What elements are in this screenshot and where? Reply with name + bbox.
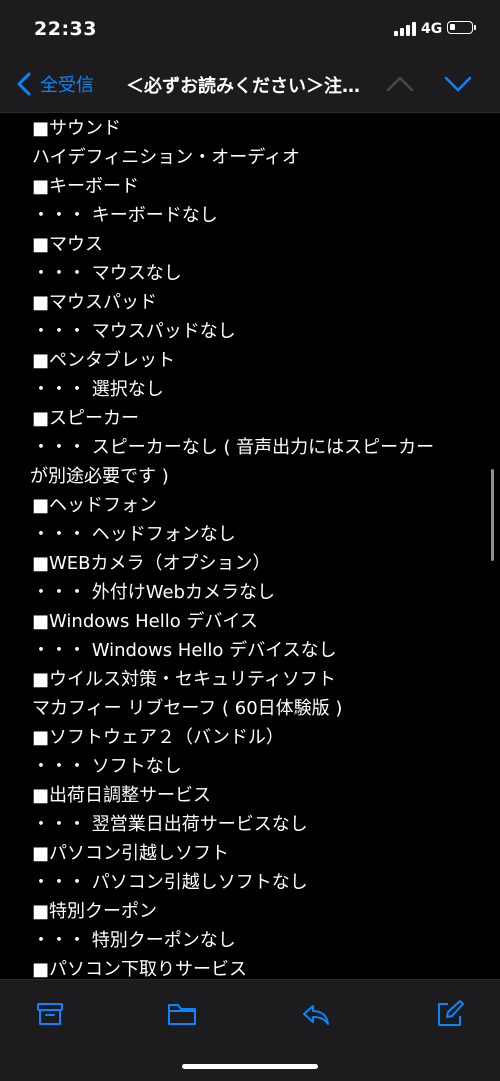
message-line: ■Windows Hello デバイス <box>32 611 258 632</box>
message-line: ■マウスパッド <box>32 292 158 313</box>
back-label: 全受信 <box>40 75 94 96</box>
status-bar: 22:33 4G <box>0 0 500 56</box>
cellular-signal-icon <box>394 22 416 36</box>
compose-icon[interactable] <box>434 998 466 1030</box>
chevron-up-icon[interactable] <box>384 72 416 96</box>
message-line: ■ウイルス対策・セキュリティソフト <box>32 669 336 690</box>
message-line: ・・・ 選択なし <box>32 379 164 400</box>
network-type: 4G <box>421 21 443 37</box>
message-line: ・・・ パソコン引越しソフトなし <box>32 872 308 893</box>
message-line: ■ヘッドフォン <box>32 495 158 516</box>
message-line: マカフィー リブセーフ ( 60日体験版 ) <box>32 698 343 719</box>
message-line: ■パソコン下取りサービス <box>32 959 248 979</box>
message-line: ・・・ 外付けWebカメラなし <box>32 582 275 603</box>
scrollbar-thumb[interactable] <box>491 469 494 561</box>
message-line: ・・・ ヘッドフォンなし <box>32 524 236 545</box>
battery-icon <box>447 21 476 34</box>
folder-icon[interactable] <box>166 998 198 1030</box>
message-line: ・・・ 特別クーポンなし <box>32 930 236 951</box>
message-line: ・・・ マウスパッドなし <box>32 321 236 342</box>
message-subject: ＜必ずお読みください＞注… <box>126 76 360 97</box>
message-line: ・・・ キーボードなし <box>32 205 218 226</box>
message-line: ■サウンド <box>32 118 122 139</box>
message-body[interactable]: ■サウンド ハイデフィニション・オーディオ ■キーボード ・・・ キーボードなし… <box>0 113 500 979</box>
message-line: ■ペンタブレット <box>32 350 176 371</box>
message-line: ■スピーカー <box>32 408 140 429</box>
navigation-bar: 全受信 ＜必ずお読みください＞注… <box>0 56 500 113</box>
reply-icon[interactable] <box>300 998 332 1030</box>
message-line: ・・・ マウスなし <box>32 263 182 284</box>
message-line: が別途必要です ) <box>30 466 169 487</box>
message-line: ■特別クーポン <box>32 901 158 922</box>
message-line: ■パソコン引越しソフト <box>32 843 230 864</box>
back-button[interactable]: 全受信 <box>14 70 94 98</box>
message-line: ■ソフトウェア２（バンドル） <box>32 727 284 748</box>
message-line: ■キーボード <box>32 176 140 197</box>
message-line: ・・・ 翌営業日出荷サービスなし <box>32 814 308 835</box>
message-line: ■出荷日調整サービス <box>32 785 212 806</box>
message-line: ・・・ ソフトなし <box>32 756 182 777</box>
message-line: ■マウス <box>32 234 104 255</box>
chevron-down-icon[interactable] <box>442 72 474 96</box>
status-time: 22:33 <box>34 18 97 40</box>
message-line: ・・・ Windows Hello デバイスなし <box>32 640 337 661</box>
home-indicator[interactable] <box>182 1064 318 1069</box>
chevron-left-icon <box>17 72 31 96</box>
archive-box-icon[interactable] <box>34 998 66 1030</box>
message-line: ■WEBカメラ（オプション） <box>32 553 271 574</box>
message-line: ・・・ スピーカーなし ( 音声出力にはスピーカー <box>32 437 435 458</box>
message-line: ハイデフィニション・オーディオ <box>32 147 301 168</box>
